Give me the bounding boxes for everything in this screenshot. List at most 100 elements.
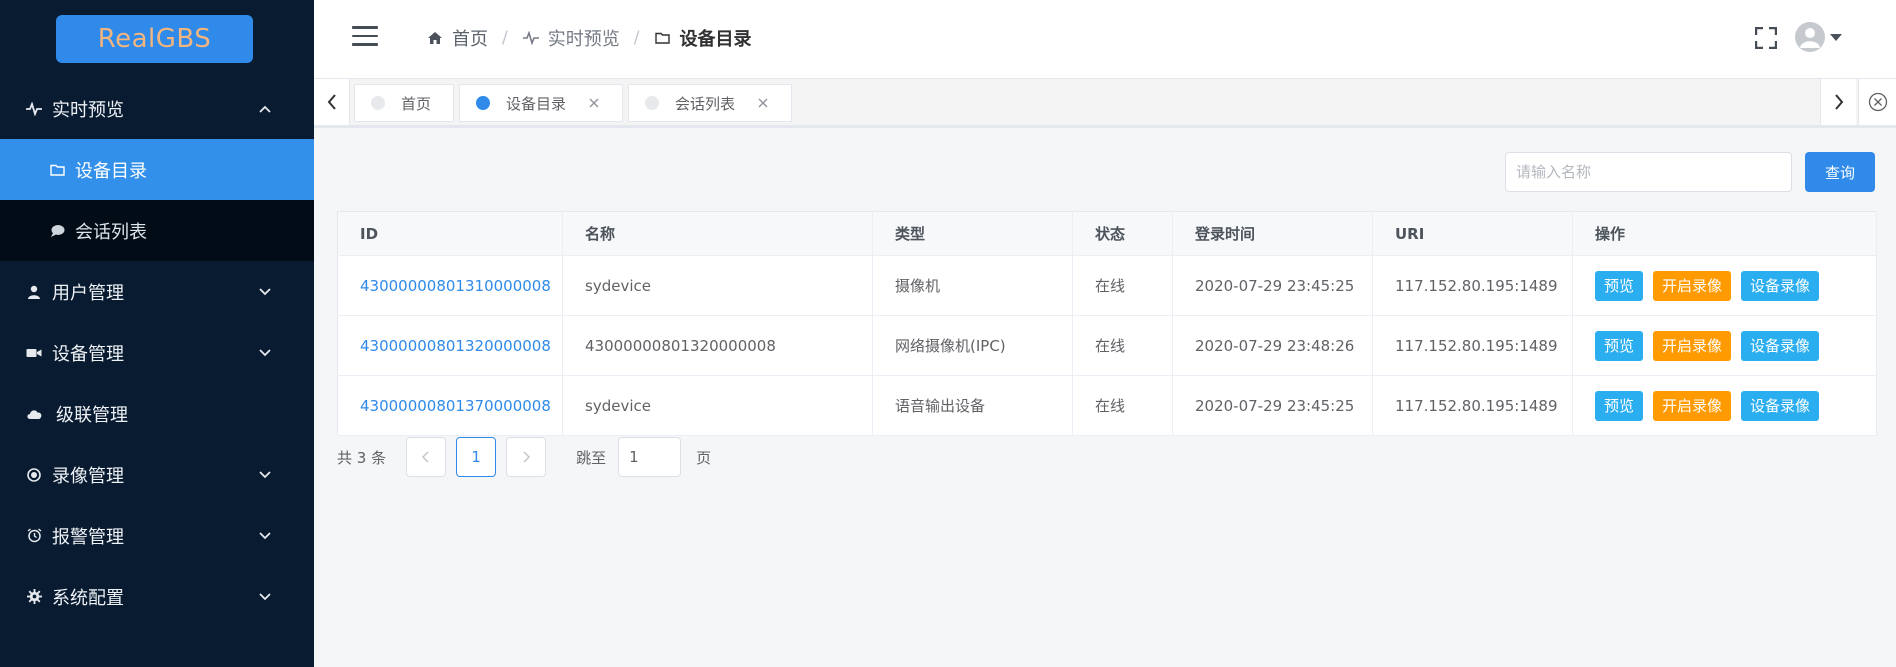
user-menu[interactable] bbox=[1795, 22, 1842, 52]
uri-cell: 117.152.80.195:1489 bbox=[1372, 315, 1573, 376]
sidebar-item-live-preview[interactable]: 实时预览 bbox=[0, 78, 314, 139]
chevron-left-icon bbox=[422, 451, 429, 463]
column-header: 类型 bbox=[872, 211, 1073, 256]
tabs-scroll-right-button[interactable] bbox=[1820, 79, 1856, 125]
device-id-link[interactable]: 43000000801370000008 bbox=[360, 397, 551, 415]
tab-label: 设备目录 bbox=[506, 94, 567, 113]
breadcrumb-separator: / bbox=[633, 28, 640, 48]
start-record-button[interactable]: 开启录像 bbox=[1653, 390, 1732, 421]
start-record-button[interactable]: 开启录像 bbox=[1653, 270, 1732, 301]
sidebar-item-record-management[interactable]: 录像管理 bbox=[0, 444, 314, 505]
breadcrumb-device-catalog: 设备目录 bbox=[653, 25, 751, 51]
device-type-cell: 语音输出设备 bbox=[872, 375, 1073, 436]
avatar bbox=[1795, 22, 1825, 52]
pulse-icon bbox=[522, 29, 540, 47]
preview-button[interactable]: 预览 bbox=[1595, 270, 1644, 301]
page-number-button[interactable]: 1 bbox=[456, 437, 497, 477]
menu-toggle-icon[interactable] bbox=[352, 26, 378, 48]
actions-cell: 预览 开启录像 设备录像 bbox=[1572, 255, 1877, 316]
sidebar-item-system-config[interactable]: 系统配置 bbox=[0, 566, 314, 627]
search-button[interactable]: 查询 bbox=[1805, 152, 1875, 192]
sidebar-item-label: 实时预览 bbox=[52, 99, 124, 121]
close-all-tabs-button[interactable] bbox=[1858, 79, 1896, 125]
folder-icon bbox=[48, 161, 66, 179]
chevron-down-icon bbox=[258, 590, 272, 604]
chat-icon bbox=[48, 222, 66, 240]
sidebar-item-label: 录像管理 bbox=[52, 465, 124, 487]
start-record-button[interactable]: 开启录像 bbox=[1653, 330, 1732, 361]
breadcrumb-home[interactable]: 首页 bbox=[426, 25, 488, 51]
sidebar-item-device-management[interactable]: 设备管理 bbox=[0, 322, 314, 383]
device-id-link[interactable]: 43000000801310000008 bbox=[360, 277, 551, 295]
preview-button[interactable]: 预览 bbox=[1595, 390, 1644, 421]
pagination: 共 3 条 1 跳至 页 bbox=[337, 437, 711, 477]
chevron-left-icon bbox=[327, 94, 336, 110]
search-input[interactable] bbox=[1505, 152, 1792, 192]
next-page-button[interactable] bbox=[506, 437, 547, 477]
sidebar-item-device-catalog[interactable]: 设备目录 bbox=[0, 139, 314, 200]
column-header: ID bbox=[337, 211, 563, 256]
sidebar-item-label: 系统配置 bbox=[52, 587, 124, 609]
top-header: 首页 / 实时预览 / 设备目录 bbox=[314, 0, 1896, 78]
caret-down-icon bbox=[1830, 33, 1842, 41]
prev-page-button[interactable] bbox=[406, 437, 447, 477]
chevron-right-icon bbox=[523, 451, 531, 463]
tab-home[interactable]: 首页 bbox=[354, 84, 455, 122]
device-type-cell: 摄像机 bbox=[872, 255, 1073, 316]
preview-button[interactable]: 预览 bbox=[1595, 330, 1644, 361]
sidebar-menu: 实时预览 设备目录 会话列表 用户管理 设备管理 级联管理 录像管理 报警管理 … bbox=[0, 78, 314, 627]
cloud-icon bbox=[25, 405, 43, 423]
chevron-down-icon bbox=[258, 285, 272, 299]
fullscreen-icon[interactable] bbox=[1754, 26, 1778, 50]
table-header-row: ID 名称 类型 状态 登录时间 URI 操作 bbox=[337, 211, 1877, 256]
alarm-icon bbox=[25, 527, 43, 545]
breadcrumb-live-preview[interactable]: 实时预览 bbox=[522, 25, 620, 51]
tab-label: 会话列表 bbox=[675, 94, 736, 113]
tab-status-dot bbox=[371, 96, 385, 110]
sidebar-item-user-management[interactable]: 用户管理 bbox=[0, 261, 314, 322]
chevron-right-icon bbox=[1834, 94, 1843, 110]
device-type-cell: 网络摄像机(IPC) bbox=[872, 315, 1073, 376]
jump-page-input[interactable] bbox=[618, 437, 682, 477]
chevron-up-icon bbox=[258, 102, 272, 116]
device-table: ID 名称 类型 状态 登录时间 URI 操作 4300000080131000… bbox=[337, 211, 1877, 436]
page-suffix: 页 bbox=[696, 448, 712, 467]
device-record-button[interactable]: 设备录像 bbox=[1741, 390, 1820, 421]
login-time-cell: 2020-07-29 23:45:25 bbox=[1172, 255, 1373, 316]
sidebar-item-cascade-management[interactable]: 级联管理 bbox=[0, 383, 314, 444]
breadcrumb-label: 设备目录 bbox=[679, 29, 752, 50]
record-icon bbox=[25, 466, 43, 484]
close-icon[interactable] bbox=[588, 97, 600, 109]
chevron-down-icon bbox=[258, 468, 272, 482]
tab-device-catalog[interactable]: 设备目录 bbox=[459, 84, 624, 122]
device-name-cell: 43000000801320000008 bbox=[562, 315, 873, 376]
tabs-bar: 首页 设备目录 会话列表 bbox=[314, 78, 1896, 128]
sidebar-item-label: 会话列表 bbox=[75, 221, 147, 243]
main-content: 查询 ID 名称 类型 状态 登录时间 URI 操作 4300000080131… bbox=[314, 128, 1896, 667]
sidebar-item-session-list[interactable]: 会话列表 bbox=[0, 200, 314, 261]
tab-status-dot bbox=[645, 96, 660, 110]
login-time-cell: 2020-07-29 23:48:26 bbox=[1172, 315, 1373, 376]
device-status-cell: 在线 bbox=[1072, 255, 1173, 316]
app-logo[interactable]: RealGBS bbox=[56, 15, 253, 63]
camera-icon bbox=[25, 344, 43, 362]
login-time-cell: 2020-07-29 23:45:25 bbox=[1172, 375, 1373, 436]
sidebar: RealGBS 实时预览 设备目录 会话列表 用户管理 设备管理 级联管理 录像… bbox=[0, 0, 314, 667]
breadcrumb-label: 首页 bbox=[452, 29, 488, 50]
sidebar-item-alarm-management[interactable]: 报警管理 bbox=[0, 505, 314, 566]
tab-session-list[interactable]: 会话列表 bbox=[628, 84, 793, 122]
jump-label: 跳至 bbox=[576, 448, 607, 467]
device-id-cell: 43000000801320000008 bbox=[337, 315, 563, 376]
device-record-button[interactable]: 设备录像 bbox=[1741, 330, 1820, 361]
sidebar-item-label: 用户管理 bbox=[52, 282, 124, 304]
home-icon bbox=[426, 29, 444, 47]
tabs-scroll-left-button[interactable] bbox=[314, 79, 350, 125]
device-id-cell: 43000000801310000008 bbox=[337, 255, 563, 316]
close-icon[interactable] bbox=[757, 97, 769, 109]
breadcrumb: 首页 / 实时预览 / 设备目录 bbox=[426, 25, 751, 51]
device-id-link[interactable]: 43000000801320000008 bbox=[360, 337, 551, 355]
page-jumper: 跳至 页 bbox=[576, 437, 711, 477]
circle-close-icon bbox=[1868, 92, 1887, 112]
device-status-cell: 在线 bbox=[1072, 315, 1173, 376]
device-record-button[interactable]: 设备录像 bbox=[1741, 270, 1820, 301]
